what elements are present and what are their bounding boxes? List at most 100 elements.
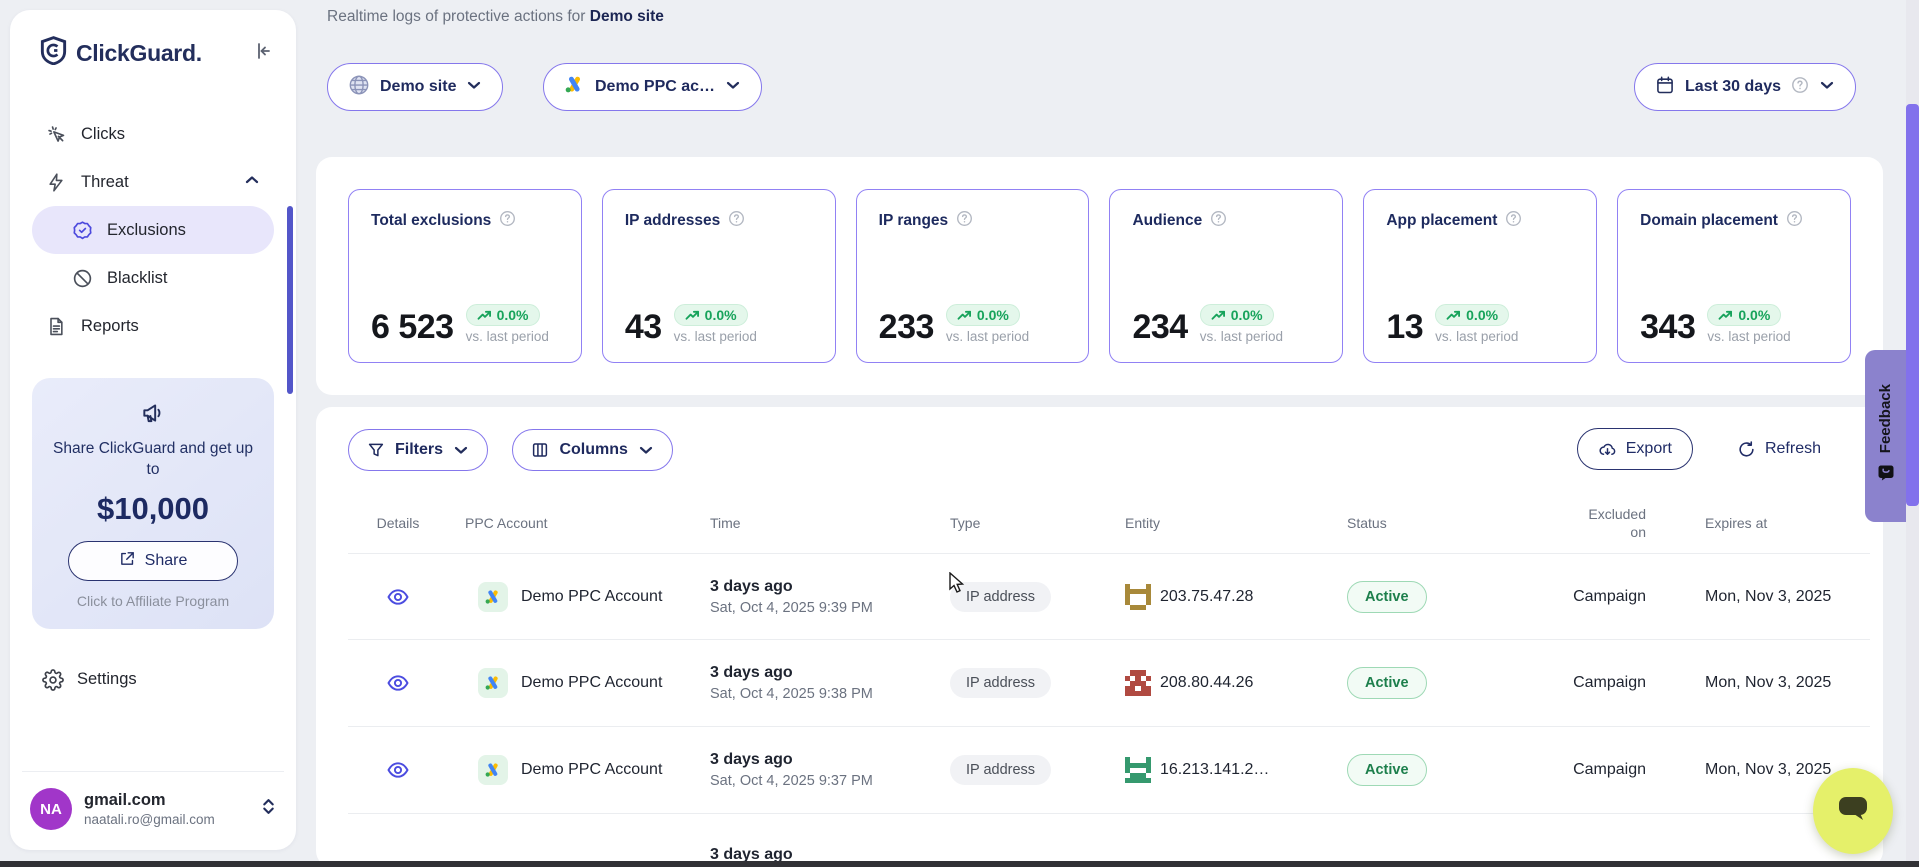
- sidebar-item-reports[interactable]: Reports: [32, 302, 274, 350]
- help-circle-icon[interactable]: [1210, 210, 1227, 232]
- stat-delta-badge: 0.0%: [466, 304, 540, 326]
- calendar-icon: [1655, 75, 1675, 100]
- chevron-down-icon: [638, 442, 654, 458]
- lightning-icon: [46, 172, 67, 193]
- sidebar: ClickGuard. Clicks: [10, 10, 296, 850]
- stat-delta-badge: 0.0%: [1200, 304, 1274, 326]
- site-selector[interactable]: Demo site: [327, 63, 503, 111]
- globe-icon: [348, 74, 370, 101]
- account-switcher[interactable]: NA gmail.com naatali.ro@gmail.com: [22, 771, 284, 836]
- time-full: Sat, Oct 4, 2025 9:37 PM: [710, 773, 933, 789]
- help-circle-icon[interactable]: [1505, 210, 1522, 232]
- stat-caption: vs. last period: [1707, 329, 1790, 344]
- row-type-cell: IP address: [933, 582, 1108, 612]
- help-circle-icon[interactable]: [1786, 210, 1803, 232]
- date-range-label: Last 30 days: [1685, 78, 1781, 96]
- entity-identicon: [1125, 670, 1151, 696]
- exclusions-table-panel: Filters Columns Export: [316, 407, 1883, 867]
- stats-panel: Total exclusions 6 523 0.0% vs. last per…: [316, 157, 1883, 395]
- time-full: Sat, Oct 4, 2025 9:38 PM: [710, 686, 933, 702]
- affiliate-caption[interactable]: Click to Affiliate Program: [48, 593, 258, 609]
- row-time-cell: 3 days ago Sat, Oct 4, 2025 9:39 PM: [693, 578, 933, 616]
- share-button[interactable]: Share: [68, 541, 238, 581]
- megaphone-icon: [140, 413, 166, 430]
- stat-card-title: IP ranges: [879, 212, 949, 230]
- google-ads-icon: [478, 755, 508, 785]
- row-ppc-account-cell: Demo PPC Account: [448, 755, 693, 785]
- refresh-button[interactable]: Refresh: [1737, 428, 1821, 470]
- help-circle-icon[interactable]: [1791, 76, 1809, 99]
- sidebar-item-settings[interactable]: Settings: [32, 669, 274, 690]
- help-circle-icon[interactable]: [499, 210, 516, 232]
- sidebar-scrollbar[interactable]: [287, 206, 293, 394]
- subtitle-site-name: Demo site: [590, 8, 664, 25]
- stat-card-title: IP addresses: [625, 212, 720, 230]
- column-header-ppc-account: PPC Account: [448, 515, 693, 531]
- row-type-cell: IP address: [933, 668, 1108, 698]
- account-email: naatali.ro@gmail.com: [84, 812, 249, 827]
- chat-smiley-icon: [1876, 463, 1896, 488]
- export-button[interactable]: Export: [1577, 428, 1693, 470]
- chevron-down-icon: [466, 77, 482, 98]
- column-header-time: Time: [693, 515, 933, 531]
- ppc-account-name: Demo PPC Account: [521, 588, 662, 606]
- gear-icon: [42, 669, 63, 690]
- google-ads-icon: [478, 582, 508, 612]
- row-details-cell[interactable]: [348, 758, 448, 782]
- subtitle-text: Realtime logs of protective actions for: [327, 8, 585, 25]
- columns-button[interactable]: Columns: [512, 429, 672, 471]
- chat-launcher-button[interactable]: [1813, 768, 1893, 854]
- row-details-cell[interactable]: [348, 585, 448, 609]
- settings-label: Settings: [77, 670, 137, 689]
- help-circle-icon[interactable]: [956, 210, 973, 232]
- stat-delta-badge: 0.0%: [1435, 304, 1509, 326]
- unfold-icon: [261, 797, 276, 821]
- collapse-sidebar-icon[interactable]: [254, 41, 274, 66]
- time-relative: 3 days ago: [710, 578, 933, 596]
- trend-up-icon: [1718, 309, 1733, 322]
- row-details-cell[interactable]: [348, 671, 448, 695]
- row-status-cell: Active: [1330, 667, 1480, 699]
- stat-card: IP addresses 43 0.0% vs. last period: [602, 189, 836, 363]
- brand-name: ClickGuard.: [76, 40, 245, 67]
- table-toolbar: Filters Columns Export: [316, 407, 1883, 479]
- stat-card-title: Total exclusions: [371, 212, 491, 230]
- avatar: NA: [30, 788, 72, 830]
- entity-value: 208.80.44.26: [1160, 674, 1253, 692]
- chat-bubble-icon: [1836, 793, 1870, 830]
- sidebar-item-clicks[interactable]: Clicks: [32, 110, 274, 158]
- table-row: 3 days ago: [348, 814, 1870, 867]
- ppc-account-name: Demo PPC Account: [521, 674, 662, 692]
- feedback-tab[interactable]: Feedback: [1865, 350, 1906, 522]
- trend-up-icon: [1446, 309, 1461, 322]
- column-header-expires-at: Expires at: [1646, 515, 1870, 531]
- trend-up-icon: [477, 309, 492, 322]
- page-scrollbar-thumb[interactable]: [1906, 104, 1919, 506]
- help-circle-icon[interactable]: [728, 210, 745, 232]
- page: ClickGuard. Clicks: [0, 0, 1919, 867]
- date-range-selector[interactable]: Last 30 days: [1634, 63, 1856, 111]
- sidebar-item-blacklist[interactable]: Blacklist: [32, 254, 274, 302]
- cloud-download-icon: [1598, 440, 1617, 459]
- row-expires-at-cell: Mon, Nov 3, 2025: [1646, 588, 1870, 606]
- sidebar-item-threat[interactable]: Threat: [32, 158, 274, 206]
- eye-icon: [386, 671, 410, 695]
- sidebar-item-exclusions[interactable]: Exclusions: [32, 206, 274, 254]
- ppc-account-selector[interactable]: Demo PPC ac…: [543, 63, 762, 111]
- stat-card-value: 6 523: [371, 310, 454, 344]
- stat-card: Total exclusions 6 523 0.0% vs. last per…: [348, 189, 582, 363]
- trend-up-icon: [957, 309, 972, 322]
- filters-button[interactable]: Filters: [348, 429, 488, 471]
- affiliate-promo-card: Share ClickGuard and get up to $10,000 S…: [32, 378, 274, 629]
- status-badge: Active: [1347, 754, 1427, 786]
- entity-identicon: [1125, 584, 1151, 610]
- column-header-excluded-on: Excluded on: [1480, 505, 1646, 541]
- columns-label: Columns: [559, 441, 627, 459]
- entity-identicon: [1125, 757, 1151, 783]
- table-rows: Demo PPC Account 3 days ago Sat, Oct 4, …: [316, 553, 1883, 867]
- status-badge: Active: [1347, 667, 1427, 699]
- row-status-cell: Active: [1330, 581, 1480, 613]
- stat-card-value: 13: [1386, 310, 1423, 344]
- external-link-icon: [119, 550, 136, 572]
- export-label: Export: [1626, 440, 1672, 458]
